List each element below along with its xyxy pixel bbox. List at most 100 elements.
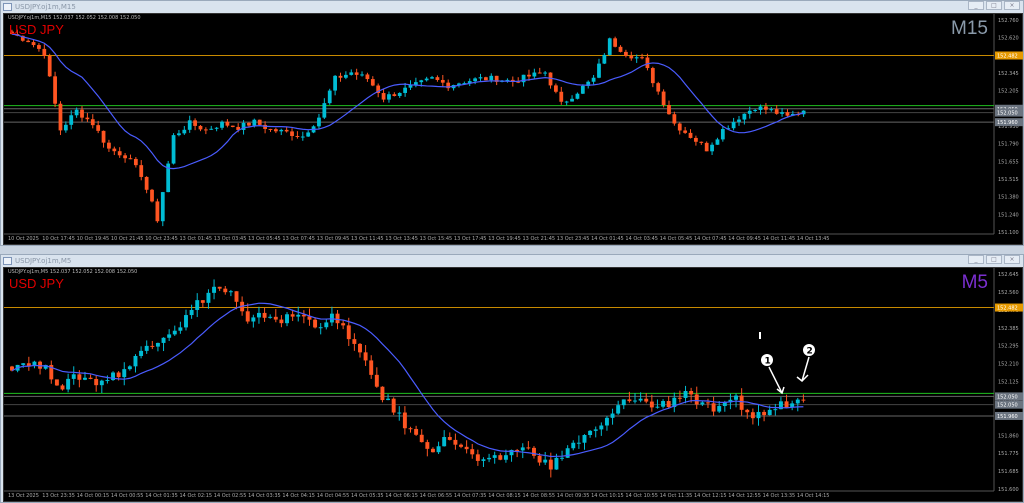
candle-body bbox=[386, 398, 391, 401]
time-axis: 13 Oct 2025 13 Oct 23:35 14 Oct 00:15 14 Oc… bbox=[4, 489, 1022, 501]
price-tick-label: 152.210 bbox=[998, 362, 1019, 368]
time-tick-label: 10 Oct 21:45 bbox=[110, 236, 144, 242]
candle-body bbox=[195, 300, 200, 310]
time-tick-label: 14 Oct 09:45 bbox=[728, 236, 761, 242]
candle-body bbox=[90, 119, 95, 126]
price-tick-label: 151.240 bbox=[998, 212, 1019, 218]
candle-body bbox=[683, 391, 688, 398]
chart-area[interactable]: 152.645152.560152.470152.385152.295152.2… bbox=[3, 267, 1023, 502]
candle-body bbox=[295, 135, 300, 137]
candle-body bbox=[599, 425, 604, 430]
candle-body bbox=[284, 129, 289, 132]
candle-body bbox=[322, 103, 327, 118]
time-tick-label: 13 Oct 03:45 bbox=[213, 236, 247, 242]
candle-body bbox=[649, 401, 654, 408]
candle-body bbox=[217, 286, 222, 289]
candle-body bbox=[85, 117, 90, 120]
window-title-bar[interactable]: USDJPY.oj1m,M15 _ □ × bbox=[1, 1, 1023, 13]
candle-body bbox=[58, 103, 63, 131]
candle-body bbox=[193, 120, 197, 126]
chart-area[interactable]: 152.760152.620152.485152.345152.205152.0… bbox=[3, 13, 1023, 245]
candle-body bbox=[795, 399, 800, 404]
candle-body bbox=[341, 323, 346, 326]
candle-body bbox=[425, 442, 430, 449]
candle-body bbox=[442, 437, 447, 447]
candle-body bbox=[209, 128, 214, 130]
candle-body bbox=[655, 406, 660, 408]
close-button[interactable]: × bbox=[1004, 255, 1020, 264]
candle-body bbox=[780, 112, 784, 114]
candle-body bbox=[381, 93, 386, 100]
candle-body bbox=[745, 409, 750, 413]
price-tick-label: 152.125 bbox=[998, 380, 1019, 386]
price-tick-label: 152.385 bbox=[998, 326, 1019, 332]
window-title-bar[interactable]: USDJPY.oj1m,M5 _ □ × bbox=[1, 255, 1023, 267]
candle-body bbox=[358, 343, 362, 353]
candle-body bbox=[122, 369, 127, 378]
close-button[interactable]: × bbox=[1004, 1, 1020, 10]
minimize-button[interactable]: _ bbox=[968, 1, 984, 10]
chart-window-m5[interactable]: USDJPY.oj1m,M5 _□× 152.645152.560152.470… bbox=[0, 254, 1024, 503]
candle-body bbox=[559, 91, 564, 102]
candle-body bbox=[487, 457, 492, 460]
time-tick-label: 13 Oct 15:45 bbox=[419, 236, 453, 242]
price-tick-label: 152.760 bbox=[998, 18, 1019, 24]
candle-body bbox=[440, 79, 445, 83]
candle-body bbox=[318, 327, 323, 329]
candle-body bbox=[47, 55, 52, 77]
symbol-label: USD JPY bbox=[9, 22, 64, 37]
candle-body bbox=[715, 139, 720, 145]
time-tick-label: 10 Oct 17:45 bbox=[42, 236, 75, 242]
maximize-button[interactable]: □ bbox=[986, 1, 1002, 10]
time-tick-label: 13 Oct 05:45 bbox=[248, 236, 281, 242]
candle-body bbox=[150, 345, 155, 347]
candle-body bbox=[262, 312, 267, 318]
candle-body bbox=[273, 316, 278, 320]
price-tick-label: 152.620 bbox=[998, 36, 1019, 42]
candle-body bbox=[245, 311, 250, 322]
window-title: USDJPY.oj1m,M15 bbox=[15, 3, 76, 11]
minimize-button[interactable]: _ bbox=[968, 255, 984, 264]
candle-body bbox=[661, 401, 666, 407]
time-tick-label: 14 Oct 00:15 bbox=[76, 493, 110, 499]
candle-body bbox=[230, 125, 235, 127]
candle-body bbox=[764, 106, 768, 110]
candle-body bbox=[570, 98, 574, 102]
candle-body bbox=[225, 121, 230, 126]
candle-body bbox=[306, 132, 311, 137]
chart-window-m15[interactable]: USDJPY.oj1m,M15 _□× 152.760 152.620 152.48… bbox=[0, 0, 1024, 246]
annotation-arrow bbox=[768, 366, 783, 394]
candle-body bbox=[296, 314, 301, 317]
time-tick-label: 14 Oct 02:55 bbox=[213, 493, 247, 499]
candle-body bbox=[656, 83, 661, 92]
time-tick-label: 14 Oct 10:55 bbox=[625, 493, 658, 499]
candle-body bbox=[69, 115, 74, 125]
moving-average-line bbox=[11, 33, 804, 170]
candle-body bbox=[683, 130, 688, 133]
candle-body bbox=[171, 135, 176, 164]
time-tick-label: 14 Oct 02:15 bbox=[179, 493, 213, 499]
candle-body bbox=[430, 448, 435, 453]
candle-body bbox=[688, 132, 693, 138]
candle-body bbox=[26, 40, 31, 43]
candle-body bbox=[127, 366, 132, 370]
candle-body bbox=[279, 129, 284, 132]
candle-body bbox=[645, 57, 650, 69]
candle-body bbox=[94, 378, 99, 386]
candle-body bbox=[537, 455, 542, 463]
candle-body bbox=[756, 411, 761, 419]
time-tick-label: 14 Oct 11:35 bbox=[659, 493, 693, 499]
candle-body bbox=[629, 55, 634, 59]
candle-body bbox=[758, 106, 763, 110]
time-tick-label: 13 Oct 11:45 bbox=[351, 236, 384, 242]
maximize-button[interactable]: □ bbox=[986, 255, 1002, 264]
candle-body bbox=[99, 380, 104, 386]
candle-body bbox=[53, 76, 57, 104]
time-tick-label: 14 Oct 07:45 bbox=[694, 236, 727, 242]
candle-body bbox=[661, 91, 666, 106]
price-tick-label: 151.790 bbox=[998, 142, 1019, 148]
time-tick-label: 10 Oct 19:45 bbox=[76, 236, 110, 242]
candle-body bbox=[560, 457, 565, 459]
candle-body bbox=[101, 130, 106, 143]
time-tick-label: 14 Oct 01:45 bbox=[591, 236, 624, 242]
